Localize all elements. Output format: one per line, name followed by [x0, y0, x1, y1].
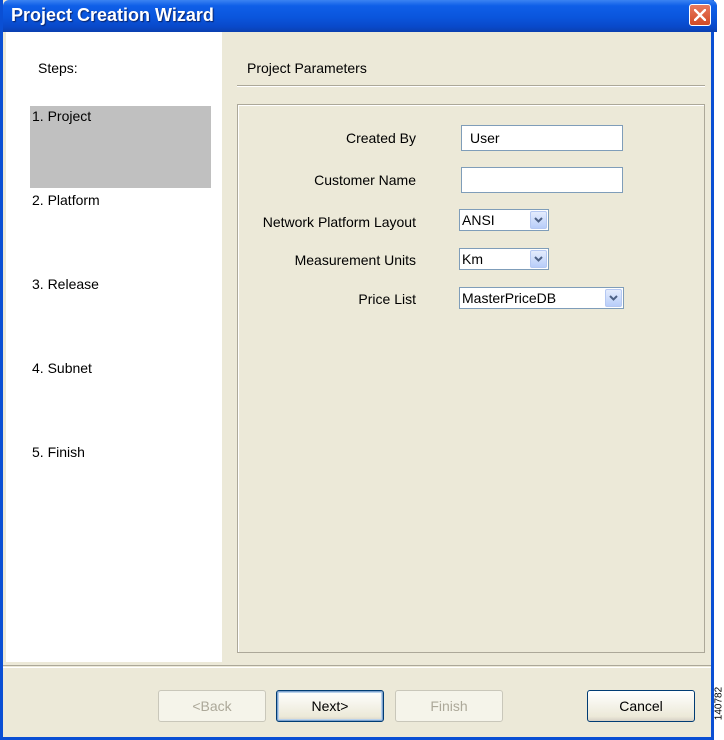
cancel-button[interactable]: Cancel [587, 690, 695, 722]
select-value: ANSI [462, 212, 495, 228]
select-value: Km [462, 251, 483, 267]
price-list-label: Price List [358, 291, 416, 307]
dropdown-button[interactable] [530, 211, 547, 229]
wizard-window: Project Creation Wizard Steps: 1. Projec… [0, 0, 717, 740]
step-platform[interactable]: 2. Platform [30, 190, 211, 272]
step-label: 2. Platform [32, 192, 100, 208]
step-label: 1. Project [32, 108, 92, 124]
created-by-label: Created By [345, 130, 416, 146]
dropdown-button[interactable] [605, 289, 622, 307]
step-project[interactable]: 1. Project [30, 106, 211, 188]
title-bar[interactable]: Project Creation Wizard [3, 0, 717, 32]
next-button[interactable]: Next> [276, 690, 384, 722]
figure-id-text: 140782 [713, 686, 724, 721]
finish-button[interactable]: Finish [395, 690, 503, 722]
steps-panel: Steps: 1. Project 2. Platform 3. Release… [6, 32, 222, 662]
chevron-down-icon [534, 217, 543, 223]
close-button[interactable] [689, 4, 711, 26]
step-label: 5. Finish [32, 444, 85, 460]
chevron-down-icon [609, 295, 618, 301]
button-bar-divider [3, 665, 711, 668]
step-subnet[interactable]: 4. Subnet [30, 358, 211, 440]
step-finish[interactable]: 5. Finish [30, 442, 211, 524]
price-list-select[interactable]: MasterPriceDB [459, 287, 624, 309]
step-label: 3. Release [32, 276, 99, 292]
measurement-units-label: Measurement Units [294, 252, 416, 268]
created-by-field[interactable]: User [461, 125, 623, 151]
header-divider [237, 85, 705, 87]
chevron-down-icon [534, 256, 543, 262]
dropdown-button[interactable] [530, 250, 547, 268]
customer-name-field[interactable] [461, 167, 623, 193]
back-button[interactable]: <Back [158, 690, 266, 722]
page-title: Project Parameters [247, 60, 367, 76]
select-value: MasterPriceDB [462, 290, 557, 306]
network-platform-layout-select[interactable]: ANSI [459, 209, 549, 231]
window-title: Project Creation Wizard [11, 5, 214, 25]
close-icon [694, 9, 706, 21]
steps-header: Steps: [38, 60, 78, 76]
step-release[interactable]: 3. Release [30, 274, 211, 356]
figure-id: 140782 [714, 662, 724, 740]
customer-name-label: Customer Name [314, 172, 416, 188]
measurement-units-select[interactable]: Km [459, 248, 549, 270]
step-label: 4. Subnet [32, 360, 92, 376]
network-platform-layout-label: Network Platform Layout [262, 214, 416, 230]
